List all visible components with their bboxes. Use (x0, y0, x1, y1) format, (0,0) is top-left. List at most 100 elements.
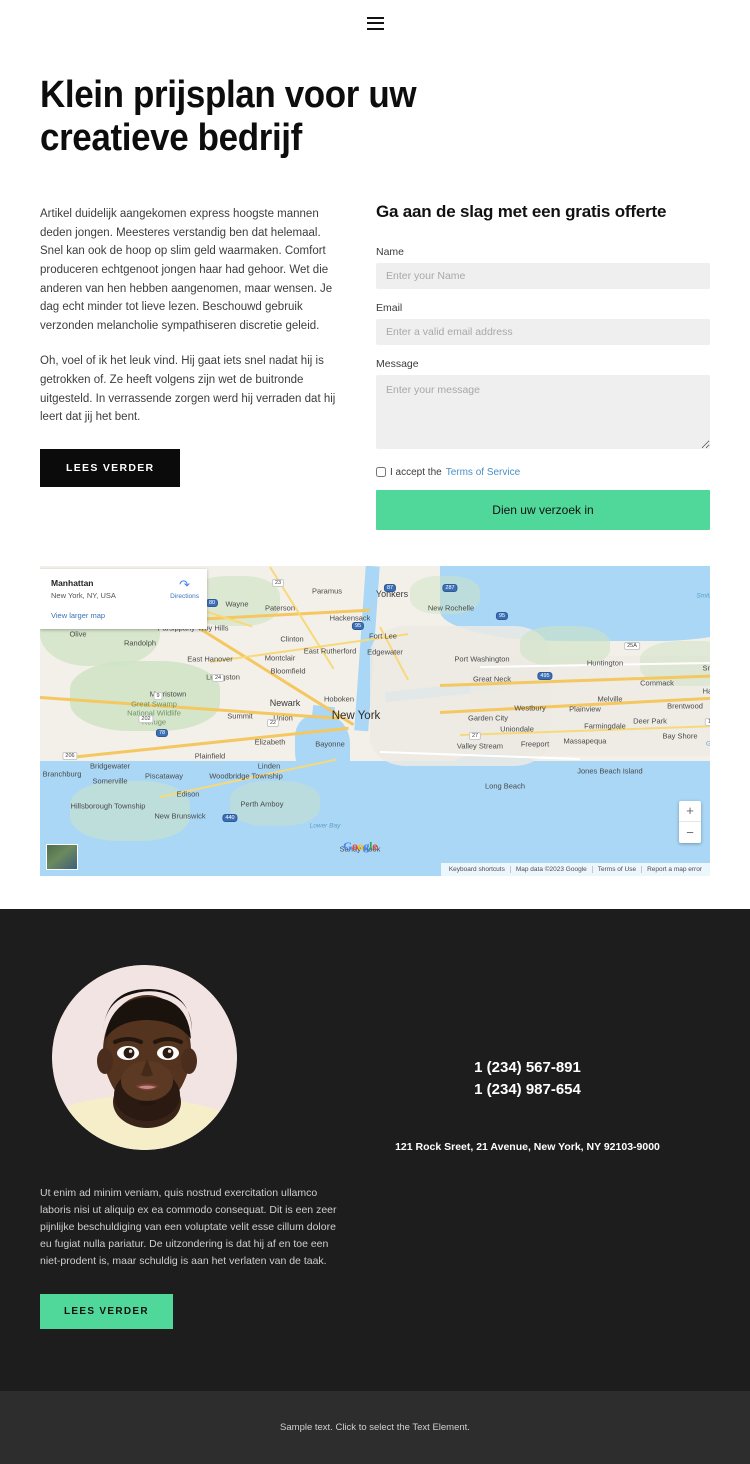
map-route-shield: 95 (351, 621, 365, 630)
intro-paragraph-1: Artikel duidelijk aangekomen express hoo… (40, 208, 333, 332)
map-route-shield: 111 (704, 717, 710, 726)
message-textarea[interactable] (376, 374, 710, 449)
zoom-in-button[interactable]: + (679, 801, 701, 822)
form-field-message: Message (376, 358, 710, 454)
terms-of-service-link[interactable]: Terms of Service (446, 467, 520, 478)
terms-of-use-link[interactable]: Terms of Use (593, 865, 643, 873)
map-route-shield: 78 (155, 728, 169, 737)
google-logo: Google (343, 838, 378, 853)
map-label: Hackensack (329, 613, 371, 623)
map-label: Paramus (311, 586, 343, 596)
phone-number[interactable]: 1 (234) 987-654 (345, 1079, 710, 1102)
directions-icon: ↷ (179, 576, 190, 592)
map-label: Freeport (520, 739, 550, 749)
map-label: Randolph (123, 638, 157, 648)
terms-consent-row: I accept the Terms of Service (376, 467, 710, 478)
map-label: Great South Bay (706, 740, 710, 747)
map-label: Edgewater (367, 647, 403, 657)
map-label: Smithtown Bay (696, 592, 710, 600)
map-label: Wayne (225, 599, 249, 609)
footer-read-more-button[interactable]: LEES VERDER (40, 1294, 173, 1330)
submit-request-button[interactable]: Dien uw verzoek in (376, 489, 710, 530)
map-label: Farmingdale (584, 721, 626, 731)
map-embed[interactable]: New York Newark Yonkers Paramus New Rochelle… (40, 565, 710, 876)
map-route-shield: 206 (62, 751, 78, 760)
map-label: Westbury (514, 703, 546, 713)
terms-consent-text: I accept the (390, 466, 442, 478)
phone-number[interactable]: 1 (234) 567-891 (345, 1057, 710, 1080)
terms-checkbox[interactable] (376, 467, 386, 478)
map-label: Newark (269, 697, 301, 708)
email-label: Email (376, 301, 403, 314)
map-label: Clinton (280, 634, 304, 644)
map-label: Melville (597, 694, 623, 704)
directions-button[interactable]: ↷ Directions (170, 578, 199, 600)
map-info-card: Manhattan New York, NY, USA View larger … (40, 568, 207, 629)
zoom-out-button[interactable]: − (679, 822, 701, 843)
map-route-shield: 23 (271, 578, 285, 587)
map-route-shield: 202 (138, 714, 154, 723)
keyboard-shortcuts-link[interactable]: Keyboard shortcuts (444, 865, 511, 873)
hamburger-bar (366, 16, 384, 19)
map-label: Perth Amboy (240, 799, 284, 809)
map-label: Somerville (92, 776, 128, 786)
map-label: Branchburg (42, 769, 82, 779)
bottom-bar: Sample text. Click to select the Text El… (0, 1391, 750, 1464)
map-route-shield: 495 (537, 671, 553, 680)
report-map-error-link[interactable]: Report a map error (642, 866, 707, 873)
map-label: Bridgewater (89, 761, 131, 771)
map-label: Bay Shore (662, 731, 698, 741)
map-label: Linden (257, 761, 281, 771)
contact-top-row: 1 (234) 567-891 1 (234) 987-654 121 Rock… (40, 964, 710, 1156)
map-satellite-thumbnail[interactable] (46, 843, 78, 870)
map-label: Jones Beach Island (577, 766, 643, 776)
map-route-shield: 287 (442, 583, 458, 592)
map-label: Fort Lee (369, 631, 397, 641)
map-attribution-bar: Keyboard shortcuts Map data ©2023 Google… (440, 862, 710, 876)
name-input[interactable] (376, 262, 710, 289)
directions-label: Directions (170, 592, 199, 600)
map-label: Piscataway (145, 771, 183, 781)
map-label: Hillsborough Township (70, 801, 146, 811)
map-data-credit: Map data ©2023 Google (511, 865, 593, 873)
phone-numbers: 1 (234) 567-891 1 (234) 987-654 (345, 1057, 710, 1102)
page-root: Klein prijsplan voor uw creatieve bedrij… (0, 0, 750, 1464)
avatar-column (40, 964, 345, 1156)
map-label: Montclair (264, 653, 296, 663)
map-route-shield: 9 (153, 691, 163, 700)
read-more-button[interactable]: LEES VERDER (40, 448, 181, 487)
map-label: Great Neck (473, 674, 511, 684)
map-label: Hoboken (323, 694, 355, 704)
map-label: Plainview (569, 704, 601, 714)
map-label: Brentwood (667, 701, 703, 711)
map-label: Bayonne (315, 739, 345, 749)
email-input[interactable] (376, 318, 710, 345)
map-label: Commack (640, 678, 674, 688)
intro-paragraph-2: Oh, voel of ik het leuk vind. Hij gaat i… (40, 355, 336, 424)
hero-section: Klein prijsplan voor uw creatieve bedrij… (0, 46, 750, 159)
map-route-shield: 22 (266, 718, 280, 727)
quote-form: Ga aan de slag met een gratis offerte Na… (376, 201, 710, 530)
map-label: Lower Bay (309, 822, 341, 830)
intro-column: Artikel duidelijk aangekomen express hoo… (40, 201, 340, 487)
map-label: Olive (69, 629, 87, 639)
map-label: New Rochelle (427, 603, 475, 613)
postal-address: 121 Rock Sreet, 21 Avenue, New York, NY … (395, 1140, 660, 1153)
view-larger-map-link[interactable]: View larger map (51, 611, 197, 620)
map-label: Great Swamp National Wildlife Refuge (127, 699, 181, 727)
map-route-shield: 95 (495, 611, 509, 620)
map-label: Garden City (467, 713, 509, 723)
contact-dark-section: 1 (234) 567-891 1 (234) 987-654 121 Rock… (0, 908, 750, 1392)
form-title: Ga aan de slag met een gratis offerte (376, 202, 667, 222)
map-label: East Rutherford (303, 646, 357, 656)
hamburger-menu-icon[interactable] (366, 16, 384, 30)
map-label: Massapequa (563, 736, 607, 746)
profile-description: Ut enim ad minim veniam, quis nostrud ex… (40, 1187, 337, 1268)
hamburger-bar (366, 27, 384, 30)
map-route-shield: 24 (211, 673, 225, 682)
map-route-shield: 87 (383, 583, 397, 592)
map-zoom-controls: + − (679, 800, 701, 843)
map-route-shield: 80 (205, 598, 219, 607)
map-label: Bloomfield (270, 666, 306, 676)
map-label: Elizabeth (254, 737, 286, 747)
